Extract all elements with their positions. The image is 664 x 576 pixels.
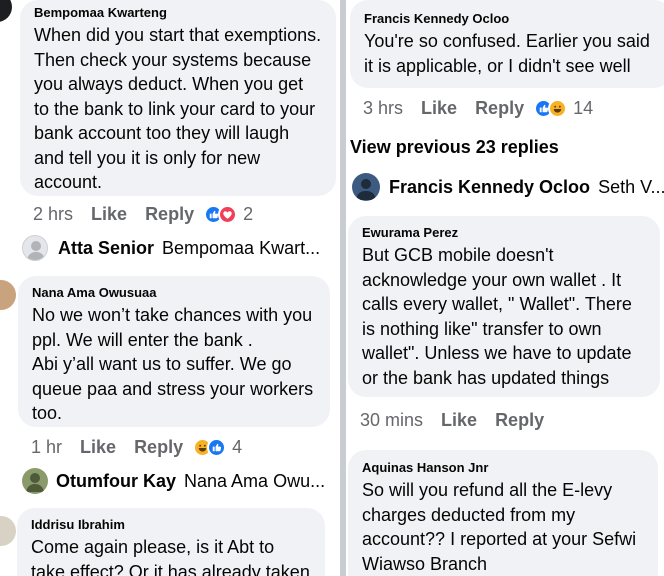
reply-preview-text: Seth V... — [598, 177, 664, 197]
comment-bubble: Aquinas Hanson Jnr So will you refund al… — [348, 450, 658, 576]
comment-author[interactable]: Bempomaa Kwarteng — [34, 4, 322, 21]
comment-timestamp[interactable]: 1 hr — [31, 437, 62, 458]
reply-preview[interactable]: Francis Kennedy Ocloo Seth V... — [389, 177, 664, 198]
view-previous-replies-link[interactable]: View previous 23 replies — [350, 137, 559, 158]
avatar[interactable] — [352, 173, 380, 201]
like-button[interactable]: Like — [80, 437, 116, 458]
reply-author[interactable]: Atta Senior — [58, 238, 154, 259]
comment-text: No we won’t take chances with you ppl. W… — [32, 305, 314, 423]
comment-actions: 2 hrs Like Reply 2 — [33, 204, 253, 225]
comment-timestamp[interactable]: 2 hrs — [33, 204, 73, 225]
avatar[interactable] — [0, 516, 16, 546]
comment-bubble: Bempomaa Kwarteng When did you start tha… — [20, 0, 336, 196]
comment-author[interactable]: Aquinas Hanson Jnr — [362, 459, 644, 476]
comment-actions: 30 mins Like Reply — [360, 410, 562, 431]
avatar[interactable] — [22, 468, 48, 494]
avatar[interactable] — [0, 280, 16, 310]
avatar[interactable] — [0, 0, 12, 22]
comment-bubble: Francis Kennedy Ocloo You're so confused… — [350, 0, 664, 88]
reply-button[interactable]: Reply — [145, 204, 194, 225]
comment-timestamp[interactable]: 3 hrs — [363, 98, 403, 119]
comment-author[interactable]: Iddrisu Ibrahim — [31, 516, 311, 533]
comment-text: But GCB mobile doesn't acknowledge your … — [362, 245, 632, 388]
love-icon — [218, 205, 238, 224]
reply-preview-text: Bempomaa Kwart... — [162, 238, 321, 258]
reply-button[interactable]: Reply — [495, 410, 544, 431]
comment-bubble: Iddrisu Ibrahim Come again please, is it… — [17, 508, 325, 576]
reply-button[interactable]: Reply — [134, 437, 183, 458]
left-comment-panel: Bempomaa Kwarteng When did you start tha… — [0, 0, 340, 576]
reaction-count[interactable]: 4 — [232, 437, 242, 458]
comment-actions: 3 hrs Like Reply 14 — [363, 98, 593, 119]
comment-text: So will you refund all the E-levy charge… — [362, 480, 637, 574]
reaction-summary[interactable] — [193, 438, 227, 457]
reply-preview[interactable]: Otumfour Kay Nana Ama Owu... — [56, 471, 325, 492]
avatar[interactable] — [22, 235, 48, 261]
comment-actions: 1 hr Like Reply 4 — [31, 437, 242, 458]
like-icon — [207, 438, 227, 457]
comment-text: When did you start that exemptions. Then… — [34, 25, 322, 192]
comment-text: You're so confused. Earlier you said it … — [364, 31, 650, 76]
like-button[interactable]: Like — [441, 410, 477, 431]
reaction-count[interactable]: 14 — [573, 98, 593, 119]
comment-bubble: Ewurama Perez But GCB mobile doesn't ack… — [348, 216, 660, 397]
comment-timestamp[interactable]: 30 mins — [360, 410, 423, 431]
reply-author[interactable]: Otumfour Kay — [56, 471, 176, 492]
comment-author[interactable]: Francis Kennedy Ocloo — [364, 10, 658, 27]
reaction-count[interactable]: 2 — [243, 204, 253, 225]
reply-preview-text: Nana Ama Owu... — [184, 471, 326, 491]
like-button[interactable]: Like — [91, 204, 127, 225]
reply-button[interactable]: Reply — [475, 98, 524, 119]
like-button[interactable]: Like — [421, 98, 457, 119]
haha-icon — [548, 99, 568, 118]
right-comment-panel: Francis Kennedy Ocloo You're so confused… — [346, 0, 664, 576]
reply-author[interactable]: Francis Kennedy Ocloo — [389, 177, 590, 198]
reaction-summary[interactable] — [204, 205, 238, 224]
comment-author[interactable]: Nana Ama Owusuaa — [32, 284, 316, 301]
reaction-summary[interactable] — [534, 99, 568, 118]
comment-text: Come again please, is it Abt to take eff… — [31, 537, 310, 576]
comment-bubble: Nana Ama Owusuaa No we won’t take chance… — [18, 276, 330, 427]
comment-author[interactable]: Ewurama Perez — [362, 224, 646, 241]
reply-preview[interactable]: Atta Senior Bempomaa Kwart... — [58, 238, 320, 259]
